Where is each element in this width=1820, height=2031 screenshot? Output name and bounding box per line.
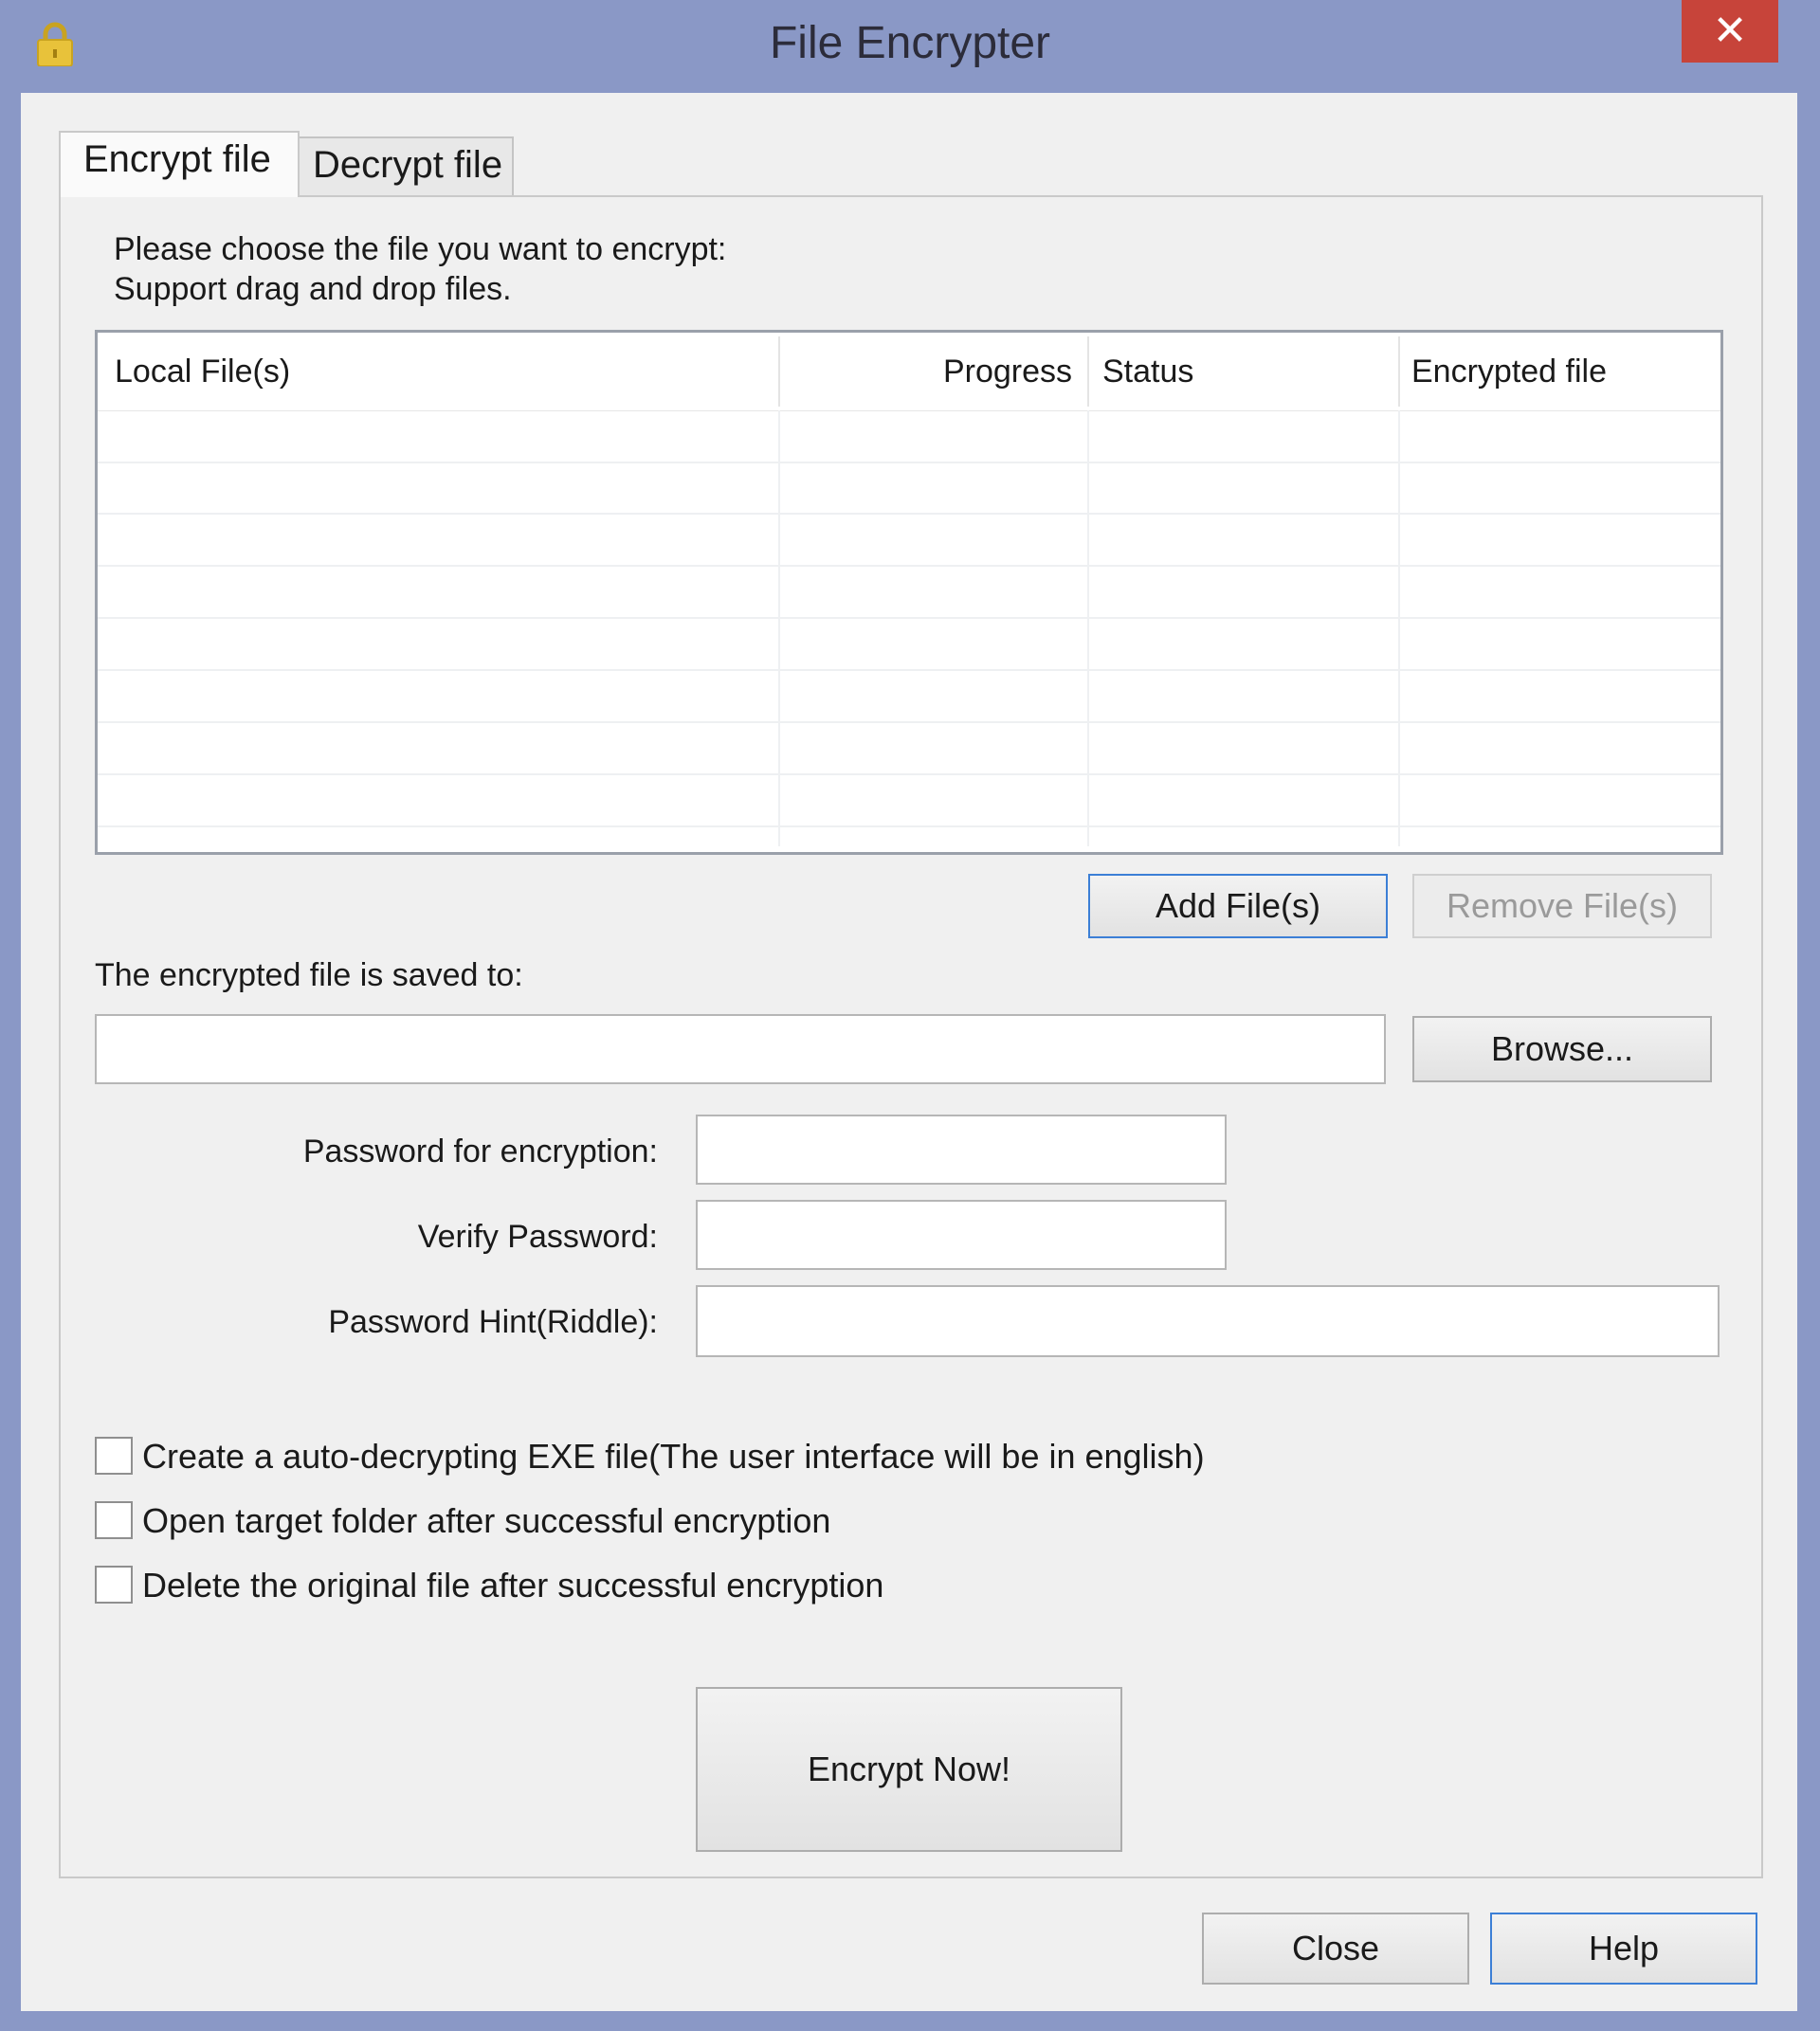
verify-password-input[interactable] [696,1200,1227,1270]
auto-decrypt-exe-checkbox[interactable] [95,1437,133,1475]
tab-label: Decrypt file [313,144,503,186]
add-files-button[interactable]: Add File(s) [1088,874,1388,938]
open-target-folder-label[interactable]: Open target folder after successful encr… [142,1501,830,1541]
title-bar: File Encrypter ✕ [0,0,1820,93]
encrypt-now-button[interactable]: Encrypt Now! [696,1687,1122,1852]
window-title: File Encrypter [769,18,1051,68]
password-hint-label: Password Hint(Riddle): [328,1304,658,1340]
save-to-label: The encrypted file is saved to: [95,957,523,993]
delete-original-checkbox[interactable] [95,1566,133,1604]
tab-encrypt-file[interactable]: Encrypt file [59,131,300,197]
table-header: Local File(s) Progress Status Encrypted … [98,333,1720,411]
instruction-line-1: Please choose the file you want to encry… [114,231,727,267]
tab-decrypt-file[interactable]: Decrypt file [298,136,514,197]
tab-label: Encrypt file [83,138,271,180]
column-header-progress[interactable]: Progress [780,333,1085,410]
password-hint-input[interactable] [696,1285,1720,1357]
password-input[interactable] [696,1115,1227,1185]
column-header-local-files[interactable]: Local File(s) [115,333,290,410]
verify-password-label: Verify Password: [417,1219,658,1255]
password-label: Password for encryption: [302,1133,658,1170]
auto-decrypt-exe-label[interactable]: Create a auto-decrypting EXE file(The us… [142,1437,1205,1477]
help-button[interactable]: Help [1490,1913,1757,1985]
file-list-table[interactable]: Local File(s) Progress Status Encrypted … [95,330,1723,855]
window-close-button[interactable]: ✕ [1682,0,1778,63]
column-header-encrypted-file[interactable]: Encrypted file [1411,333,1607,410]
remove-files-button[interactable]: Remove File(s) [1412,874,1712,938]
dialog-client-area: Encrypt file Decrypt file Please choose … [21,93,1797,2011]
close-button[interactable]: Close [1202,1913,1469,1985]
column-header-status[interactable]: Status [1102,333,1193,410]
browse-button[interactable]: Browse... [1412,1016,1712,1082]
save-to-path-input[interactable] [95,1014,1386,1084]
open-target-folder-checkbox[interactable] [95,1501,133,1539]
instruction-line-2: Support drag and drop files. [114,271,512,307]
delete-original-label[interactable]: Delete the original file after successfu… [142,1566,883,1605]
close-icon: ✕ [1712,8,1748,54]
